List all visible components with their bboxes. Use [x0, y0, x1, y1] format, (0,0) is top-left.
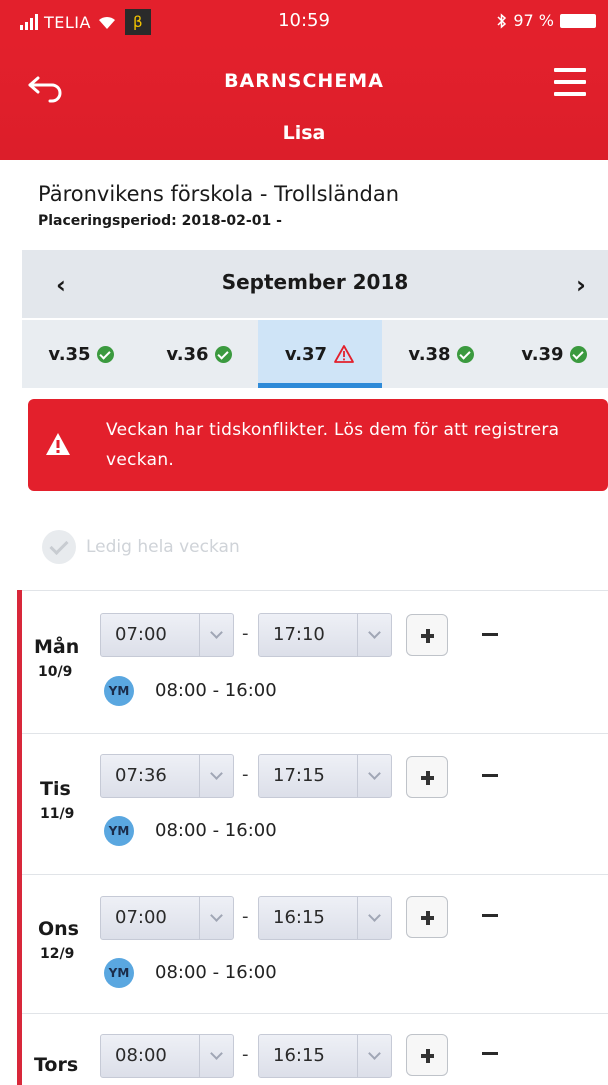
remove-time-button[interactable] — [480, 766, 500, 786]
hamburger-menu-icon[interactable] — [554, 66, 586, 98]
school-name: Päronvikens förskola - Trollsländan — [38, 182, 400, 206]
warning-triangle-icon — [46, 433, 70, 455]
chevron-down-icon — [199, 614, 233, 656]
chevron-down-icon — [199, 1035, 233, 1077]
chevron-down-icon — [199, 897, 233, 939]
day-date: 12/9 — [40, 946, 75, 962]
free-week-toggle[interactable]: Ledig hela veckan — [42, 530, 240, 564]
conflict-marker — [17, 590, 22, 1085]
end-time-select[interactable]: 17:15 — [258, 754, 392, 798]
chevron-down-icon — [199, 755, 233, 797]
start-time-value: 07:36 — [115, 765, 167, 786]
tab-week-38[interactable]: v.38 — [382, 320, 500, 388]
check-circle-icon — [569, 345, 587, 363]
start-time-select[interactable]: 07:36 — [100, 754, 234, 798]
check-circle-icon — [456, 345, 474, 363]
scheduled-time: 08:00 - 16:00 — [155, 820, 277, 841]
month-label: September 2018 — [221, 270, 409, 294]
page-title: BARNSCHEMA — [224, 70, 384, 92]
alert-message: Veckan har tidskonflikter. Lös dem för a… — [106, 420, 560, 470]
add-time-button[interactable] — [406, 614, 448, 656]
remove-time-button[interactable] — [480, 625, 500, 645]
day-date: 11/9 — [40, 806, 75, 822]
week-label: v.38 — [408, 343, 451, 365]
add-time-button[interactable] — [406, 1034, 448, 1076]
tab-week-36[interactable]: v.36 — [140, 320, 258, 388]
chevron-down-icon — [357, 1035, 391, 1077]
week-label: v.35 — [48, 343, 91, 365]
end-time-value: 17:15 — [273, 765, 325, 786]
divider — [22, 1013, 608, 1014]
next-month-button[interactable]: › — [566, 270, 596, 300]
placement-period: Placeringsperiod: 2018-02-01 - — [38, 213, 282, 229]
avatar: YM — [104, 958, 134, 988]
status-right: 97 % — [497, 11, 596, 30]
avatar: YM — [104, 676, 134, 706]
bluetooth-icon — [497, 12, 507, 29]
divider — [22, 874, 608, 875]
week-label: v.37 — [284, 343, 328, 365]
tab-week-39[interactable]: v.39 — [500, 320, 608, 388]
warning-triangle-icon — [334, 345, 354, 363]
check-circle-icon — [42, 530, 76, 564]
avatar: YM — [104, 816, 134, 846]
check-circle-icon — [96, 345, 114, 363]
battery-icon — [560, 13, 596, 28]
tab-week-37[interactable]: v.37 — [258, 320, 382, 388]
start-time-value: 08:00 — [115, 1045, 167, 1066]
tab-week-35[interactable]: v.35 — [22, 320, 140, 388]
battery-percent: 97 % — [513, 11, 554, 30]
status-bar: TELIA β 10:59 97 % — [0, 0, 608, 42]
end-time-select[interactable]: 16:15 — [258, 1034, 392, 1078]
time-separator: - — [242, 906, 249, 927]
divider — [22, 733, 608, 734]
chevron-down-icon — [357, 614, 391, 656]
add-time-button[interactable] — [406, 896, 448, 938]
day-name: Tors — [34, 1054, 79, 1076]
end-time-select[interactable]: 17:10 — [258, 613, 392, 657]
end-time-value: 17:10 — [273, 624, 325, 645]
time-separator: - — [242, 1044, 249, 1065]
remove-time-button[interactable] — [480, 1044, 500, 1064]
free-week-label: Ledig hela veckan — [86, 537, 240, 557]
remove-time-button[interactable] — [480, 906, 500, 926]
day-name: Mån — [34, 636, 80, 658]
conflict-alert: Veckan har tidskonflikter. Lös dem för a… — [28, 399, 608, 491]
week-label: v.36 — [166, 343, 209, 365]
start-time-select[interactable]: 08:00 — [100, 1034, 234, 1078]
time-separator: - — [242, 623, 249, 644]
chevron-down-icon — [357, 897, 391, 939]
scheduled-time: 08:00 - 16:00 — [155, 680, 277, 701]
scheduled-time: 08:00 - 16:00 — [155, 962, 277, 983]
day-date: 10/9 — [38, 664, 73, 680]
check-circle-icon — [214, 345, 232, 363]
child-name: Lisa — [282, 122, 326, 144]
start-time-value: 07:00 — [115, 907, 167, 928]
time-separator: - — [242, 764, 249, 785]
day-name: Ons — [38, 918, 79, 940]
end-time-value: 16:15 — [273, 907, 325, 928]
add-time-button[interactable] — [406, 756, 448, 798]
start-time-select[interactable]: 07:00 — [100, 896, 234, 940]
start-time-value: 07:00 — [115, 624, 167, 645]
app-header: BARNSCHEMA Lisa — [0, 42, 608, 160]
end-time-select[interactable]: 16:15 — [258, 896, 392, 940]
chevron-down-icon — [357, 755, 391, 797]
month-navigation: ‹ September 2018 › — [22, 250, 608, 318]
day-name: Tis — [40, 778, 71, 800]
start-time-select[interactable]: 07:00 — [100, 613, 234, 657]
divider — [22, 590, 608, 591]
end-time-value: 16:15 — [273, 1045, 325, 1066]
week-tabs: v.35 v.36 v.37 v.38 v.39 — [22, 320, 608, 388]
week-label: v.39 — [521, 343, 564, 365]
